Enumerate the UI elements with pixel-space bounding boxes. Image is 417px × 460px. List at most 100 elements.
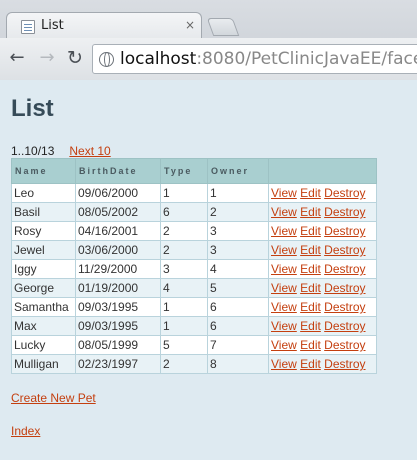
view-link[interactable]: View [271,205,297,219]
table-body: Leo 09/06/2000 1 1 View Edit Destroy Basil 08/… [11,183,377,374]
table-row: Leo 09/06/2000 1 1 View Edit Destroy [11,183,377,203]
cell-birthdate: 02/23/1997 [75,354,161,374]
cell-type: 2 [160,354,208,374]
destroy-link[interactable]: Destroy [324,300,365,314]
edit-link[interactable]: Edit [300,186,321,200]
new-tab-button[interactable] [206,18,240,36]
table-row: George 01/19/2000 4 5 View Edit Destroy [11,278,377,298]
cell-type: 1 [160,297,208,317]
edit-link[interactable]: Edit [300,281,321,295]
edit-link[interactable]: Edit [300,357,321,371]
destroy-link[interactable]: Destroy [324,224,365,238]
browser-tab[interactable]: List × [6,12,202,39]
cell-birthdate: 01/19/2000 [75,278,161,298]
view-link[interactable]: View [271,262,297,276]
cell-actions: View Edit Destroy [268,316,377,336]
cell-owner: 5 [207,278,269,298]
destroy-link[interactable]: Destroy [324,281,365,295]
view-link[interactable]: View [271,357,297,371]
cell-owner: 3 [207,240,269,260]
tab-strip: List × [0,0,417,39]
column-header-actions [268,158,377,184]
address-bar[interactable]: localhost:8080/PetClinicJavaEE/faces/ind… [92,44,417,74]
table-row: Jewel 03/06/2000 2 3 View Edit Destroy [11,240,377,260]
edit-link[interactable]: Edit [300,338,321,352]
cell-name: Basil [11,202,76,222]
cell-name: Iggy [11,259,76,279]
cell-actions: View Edit Destroy [268,354,377,374]
pagination: 1..10/13 Next 10 [11,144,111,158]
column-header-name: Name [11,158,76,184]
destroy-link[interactable]: Destroy [324,338,365,352]
browser-toolbar: ← → ↻ localhost:8080/PetClinicJavaEE/fac… [0,38,417,80]
cell-name: Jewel [11,240,76,260]
cell-owner: 4 [207,259,269,279]
next-page-link[interactable]: Next 10 [69,144,110,158]
tab-close-icon[interactable]: × [183,18,197,32]
destroy-link[interactable]: Destroy [324,205,365,219]
cell-birthdate: 04/16/2001 [75,221,161,241]
url-host: localhost [120,49,197,69]
edit-link[interactable]: Edit [300,243,321,257]
url-path: :8080/PetClinicJavaEE/faces/index.xhtml [196,49,417,69]
destroy-link[interactable]: Destroy [324,357,365,371]
edit-link[interactable]: Edit [300,224,321,238]
cell-birthdate: 08/05/1999 [75,335,161,355]
forward-arrow-icon[interactable]: → [36,47,58,69]
edit-link[interactable]: Edit [300,262,321,276]
view-link[interactable]: View [271,319,297,333]
cell-type: 2 [160,240,208,260]
tab-title: List [41,18,64,33]
cell-birthdate: 11/29/2000 [75,259,161,279]
cell-owner: 3 [207,221,269,241]
cell-name: Mulligan [11,354,76,374]
destroy-link[interactable]: Destroy [324,243,365,257]
column-header-birthdate: BirthDate [75,158,161,184]
destroy-link[interactable]: Destroy [324,319,365,333]
table-row: Samantha 09/03/1995 1 6 View Edit Destroy [11,297,377,317]
create-new-pet-link[interactable]: Create New Pet [11,391,96,405]
edit-link[interactable]: Edit [300,205,321,219]
table-header-row: Name BirthDate Type Owner [11,158,377,184]
cell-type: 1 [160,316,208,336]
table-row: Lucky 08/05/1999 5 7 View Edit Destroy [11,335,377,355]
view-link[interactable]: View [271,300,297,314]
cell-name: George [11,278,76,298]
cell-actions: View Edit Destroy [268,259,377,279]
cell-type: 3 [160,259,208,279]
cell-type: 1 [160,183,208,203]
destroy-link[interactable]: Destroy [324,262,365,276]
cell-birthdate: 09/03/1995 [75,297,161,317]
view-link[interactable]: View [271,338,297,352]
view-link[interactable]: View [271,224,297,238]
back-arrow-icon[interactable]: ← [6,47,28,69]
cell-actions: View Edit Destroy [268,335,377,355]
cell-birthdate: 09/06/2000 [75,183,161,203]
cell-type: 2 [160,221,208,241]
view-link[interactable]: View [271,186,297,200]
cell-actions: View Edit Destroy [268,221,377,241]
column-header-owner: Owner [207,158,269,184]
destroy-link[interactable]: Destroy [324,186,365,200]
cell-actions: View Edit Destroy [268,278,377,298]
cell-owner: 7 [207,335,269,355]
view-link[interactable]: View [271,281,297,295]
table-row: Max 09/03/1995 1 6 View Edit Destroy [11,316,377,336]
cell-name: Leo [11,183,76,203]
pets-table: Name BirthDate Type Owner Leo 09/06/2000 1… [11,158,377,374]
view-link[interactable]: View [271,243,297,257]
cell-owner: 2 [207,202,269,222]
cell-name: Rosy [11,221,76,241]
edit-link[interactable]: Edit [300,319,321,333]
edit-link[interactable]: Edit [300,300,321,314]
reload-icon[interactable]: ↻ [64,47,86,69]
page-title: List [11,95,54,122]
cell-birthdate: 09/03/1995 [75,316,161,336]
cell-owner: 6 [207,297,269,317]
pager-range: 1..10/13 [11,144,55,158]
cell-owner: 1 [207,183,269,203]
table-row: Mulligan 02/23/1997 2 8 View Edit Destroy [11,354,377,374]
index-link[interactable]: Index [11,424,40,438]
cell-actions: View Edit Destroy [268,183,377,203]
cell-actions: View Edit Destroy [268,202,377,222]
